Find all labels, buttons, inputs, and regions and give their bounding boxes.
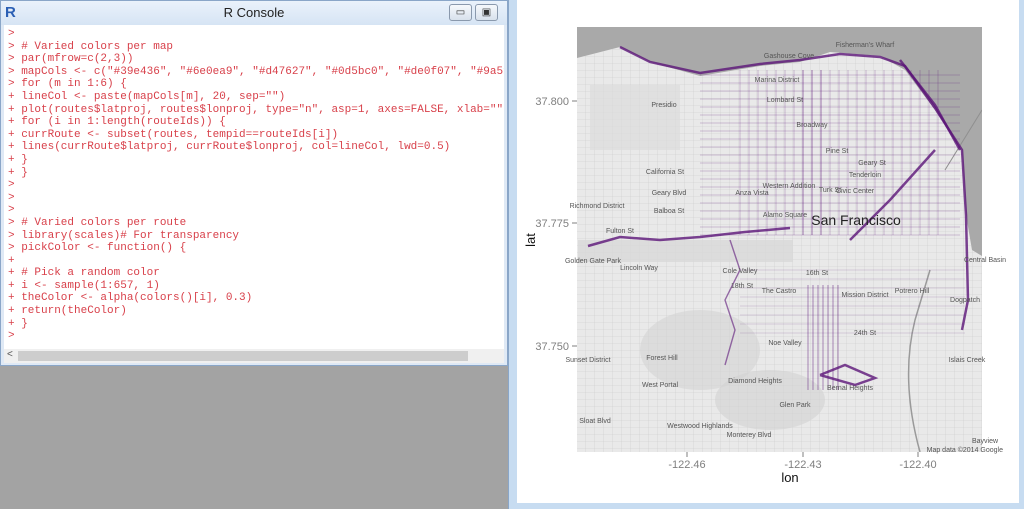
map-label: Monterey Blvd <box>727 432 772 439</box>
map-label: Golden Gate Park <box>565 258 622 265</box>
map-label: 24th St <box>854 330 876 337</box>
y-tick-label: 37.800 <box>535 96 569 108</box>
city-label: San Francisco <box>811 212 901 228</box>
map-label: Marina District <box>755 77 800 84</box>
map-label: Lincoln Way <box>620 265 658 272</box>
map-label: California St <box>646 169 684 176</box>
x-axis-label: lon <box>781 470 798 485</box>
map-label: Presidio <box>651 102 676 109</box>
map-label: Civic Center <box>836 188 875 195</box>
map-label: Noe Valley <box>768 340 802 347</box>
map-plot: Fisherman's Wharf Gashouse Cove Marina Dis… <box>523 27 1006 485</box>
map-label: Lombard St <box>767 97 803 104</box>
x-tick-label: -122.46 <box>668 459 705 471</box>
map-label: Islais Creek <box>949 357 986 364</box>
map-label: Geary Blvd <box>652 190 687 197</box>
map-label: Cole Valley <box>723 268 758 275</box>
map-label: Dogpatch <box>950 297 980 304</box>
map-label: Forest Hill <box>646 355 678 362</box>
map-attribution: Map data ©2014 Google <box>927 446 1003 454</box>
map-label: 16th St <box>806 270 828 277</box>
map-label: Richmond District <box>570 203 625 210</box>
map-label: Bayview <box>972 438 999 445</box>
map-label: Glen Park <box>779 402 811 409</box>
y-axis-label: lat <box>523 233 538 247</box>
map-label: Potrero Hill <box>895 288 930 295</box>
map-label: The Castro <box>762 288 797 295</box>
presidio-park <box>590 85 680 150</box>
map-label: West Portal <box>642 382 678 389</box>
map-label: Geary St <box>858 160 886 167</box>
map-label: Tenderloin <box>849 172 881 179</box>
x-tick-label: -122.40 <box>899 459 936 471</box>
map-label: 18th St <box>731 283 753 290</box>
map-label: Pine St <box>826 148 849 155</box>
map-label: Mission District <box>841 292 888 299</box>
map-label: Alamo Square <box>763 212 807 219</box>
map-label: Anza Vista <box>735 190 768 197</box>
y-tick-label: 37.775 <box>535 218 569 230</box>
map-label: Gashouse Cove <box>764 53 814 60</box>
map-label: Sloat Blvd <box>579 418 611 425</box>
map-label: Fisherman's Wharf <box>836 42 895 49</box>
map-label: Central Basin <box>964 257 1006 264</box>
map-label: Fulton St <box>606 228 634 235</box>
y-tick-label: 37.750 <box>535 341 569 353</box>
map-label: Western Addition <box>763 183 816 190</box>
map-label: Diamond Heights <box>728 378 782 385</box>
map-label: Balboa St <box>654 208 684 215</box>
map-label: Broadway <box>796 122 828 129</box>
map-label: Sunset District <box>565 357 610 364</box>
map-label: Westwood Highlands <box>667 423 733 430</box>
map-label: Bernal Heights <box>827 385 873 392</box>
